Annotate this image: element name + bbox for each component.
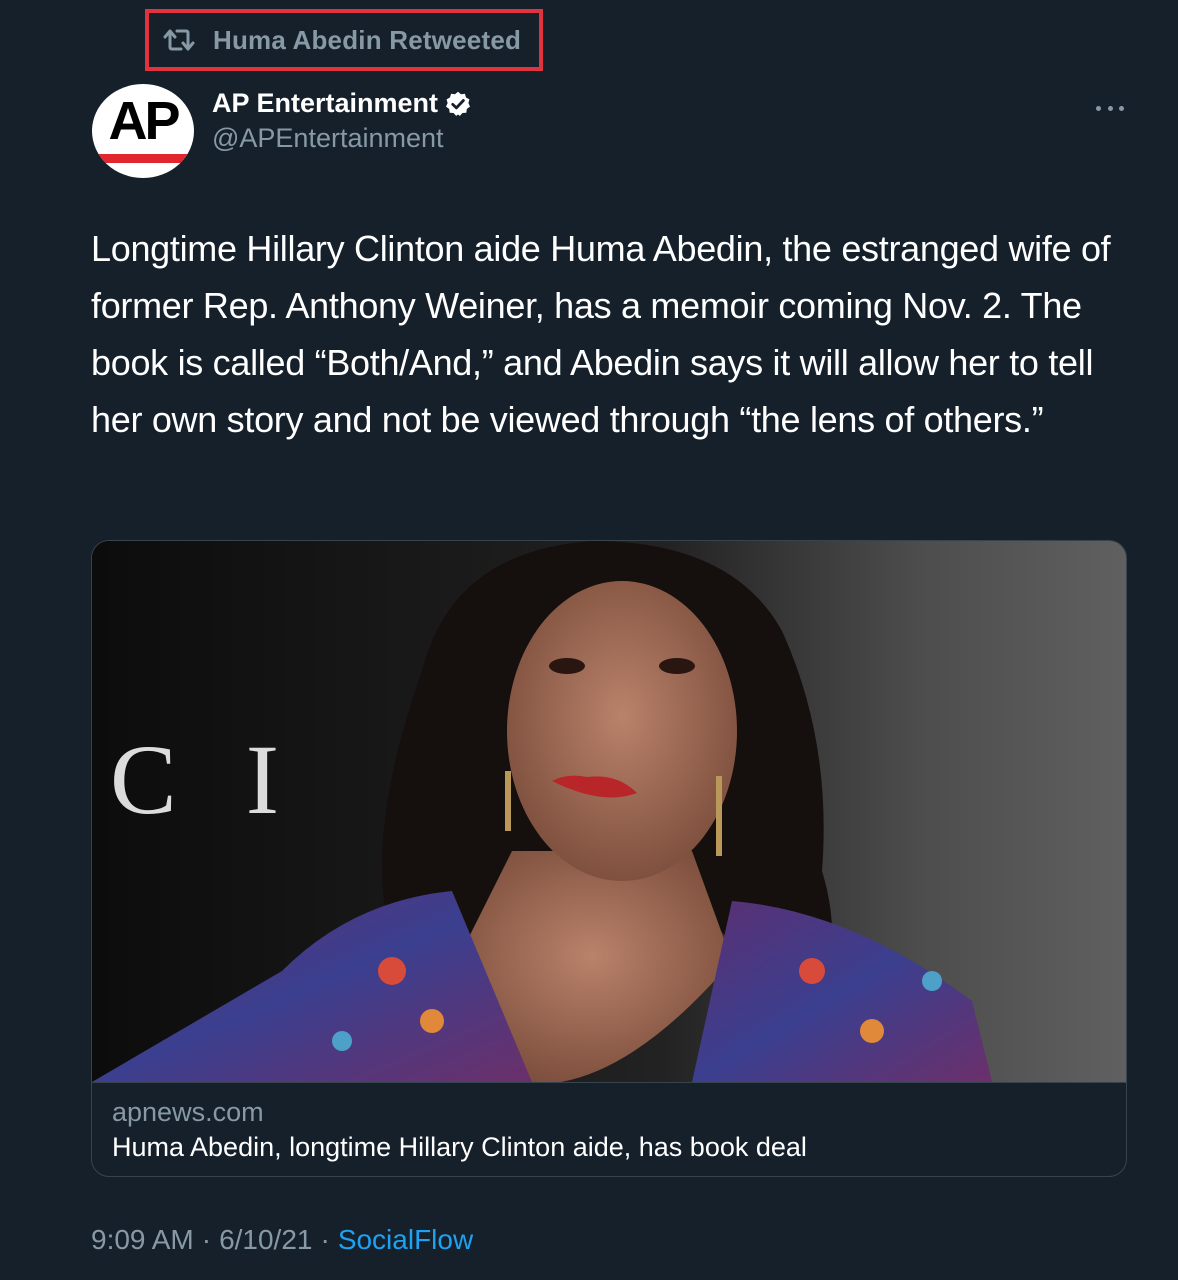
retweet-icon [163, 29, 195, 51]
tweet-text: Longtime Hillary Clinton aide Huma Abedi… [91, 228, 1111, 440]
author-block: AP Entertainment @APEntertainment [212, 88, 472, 154]
avatar[interactable]: AP [92, 84, 194, 178]
footer-separator: · [201, 1224, 212, 1255]
card-meta: apnews.com Huma Abedin, longtime Hillary… [92, 1082, 1126, 1176]
card-domain: apnews.com [112, 1097, 264, 1127]
card-title: Huma Abedin, longtime Hillary Clinton ai… [112, 1132, 807, 1162]
tweet-date[interactable]: 6/10/21 [219, 1224, 312, 1256]
card-photo: C I [92, 541, 1126, 1082]
tweet-page: Huma Abedin Retweeted AP AP Entertainmen… [0, 0, 1178, 1280]
footer-separator: · [320, 1224, 330, 1255]
tweet-source-link[interactable]: SocialFlow [338, 1224, 473, 1256]
tweet-header: AP AP Entertainment @APEntertainment [92, 84, 1132, 180]
card-image: C I [92, 541, 1126, 1082]
retweet-label: Huma Abedin Retweeted [213, 24, 522, 55]
tweet-footer: 9:09 AM · 6/10/21 · SocialFlow [91, 1224, 473, 1256]
link-card[interactable]: C I apnews.com Huma Abedin, longtime Hil… [91, 540, 1127, 1177]
author-display-name[interactable]: AP Entertainment [212, 88, 438, 119]
retweet-banner[interactable]: Huma Abedin Retweeted [145, 9, 543, 71]
card-image-text: C I [110, 724, 301, 835]
verified-badge-icon [446, 91, 471, 116]
more-options-icon[interactable] [1096, 94, 1124, 122]
tweet-time[interactable]: 9:09 AM [91, 1224, 194, 1256]
avatar-logo-text: AP [108, 91, 180, 151]
author-handle[interactable]: @APEntertainment [212, 123, 472, 154]
avatar-red-bar [92, 154, 194, 163]
display-name-row: AP Entertainment [212, 88, 472, 119]
